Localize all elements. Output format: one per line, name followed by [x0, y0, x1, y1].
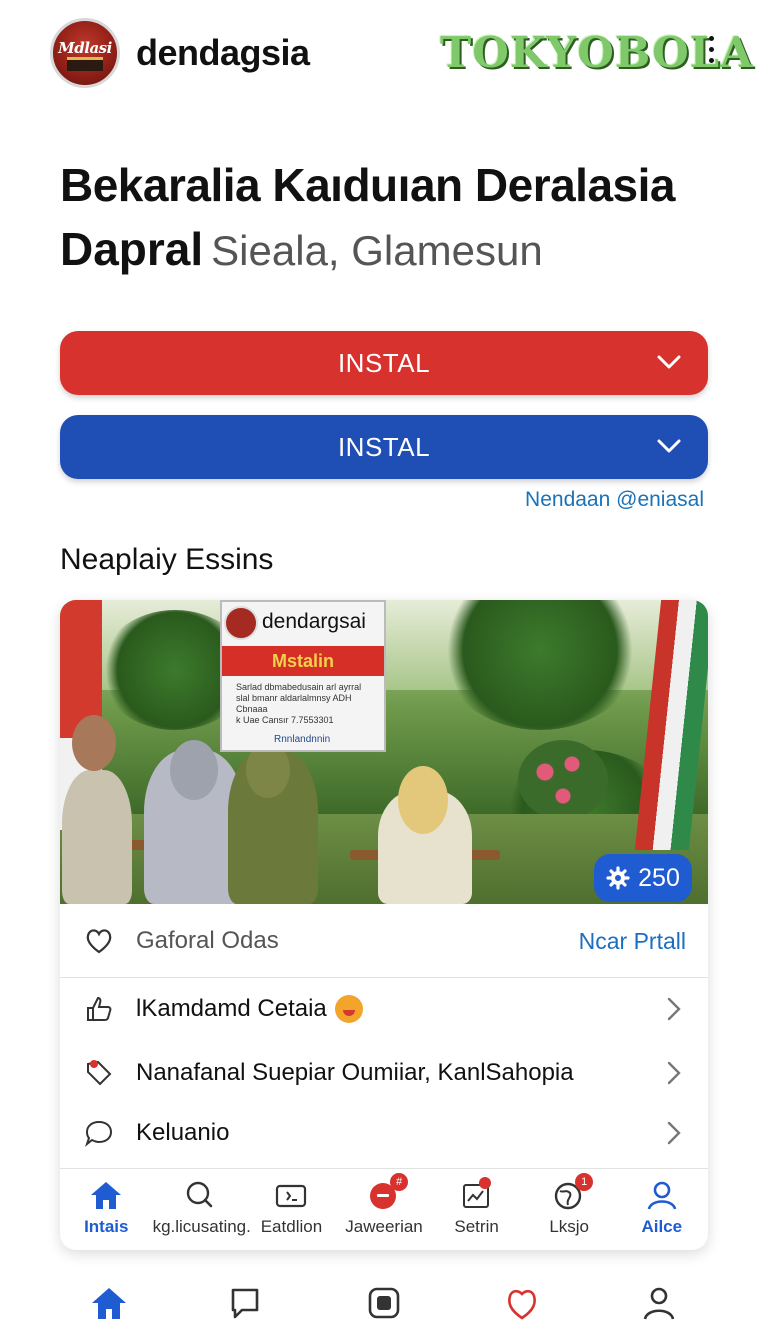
tab-search[interactable]: kg.licusating. [153, 1169, 251, 1250]
wallet-icon [276, 1184, 307, 1208]
install-button-label: INSTAL [337, 431, 431, 462]
view-all-link[interactable]: Ncar Prtall [579, 928, 686, 955]
bottom-navigation [0, 1262, 768, 1344]
install-button-secondary[interactable]: INSTAL [60, 415, 708, 479]
globe-badge: 1 [575, 1173, 594, 1191]
sign-text: Sarlad dbmabedusain arl ayrral slal bman… [236, 682, 362, 725]
chevron-right-icon [667, 1121, 681, 1145]
tab-home[interactable]: Intais [60, 1169, 153, 1250]
alert-dot [478, 1177, 491, 1189]
emoji-icon [334, 995, 363, 1024]
list-item-label: Nanafanal Suepiar Oumiiar, KanlSahopia [136, 1059, 574, 1086]
chevron-right-icon [667, 997, 681, 1021]
profile-icon [647, 1181, 677, 1210]
home-icon[interactable] [89, 1283, 129, 1323]
chat-icon[interactable] [226, 1283, 266, 1323]
sign-title: dendargsai [262, 610, 366, 633]
list-item[interactable]: lKamdamd Cetaia [60, 978, 708, 1040]
sign-footer: Rnnlandnnin [274, 734, 331, 745]
home-icon [91, 1182, 122, 1209]
section-title: Neaplaiy Essins [60, 543, 274, 576]
list-item-label: lKamdamd Cetaia [136, 995, 363, 1024]
chat-bubble-icon [84, 1120, 113, 1147]
tab-wallet[interactable]: Eatdlion [245, 1169, 338, 1250]
community-photo[interactable]: dendargsai Mstalin Sarlad dbmabedusain a… [60, 600, 708, 904]
tab-notifications[interactable]: # Jaweerian [338, 1169, 431, 1250]
sign-band: Mstalin [222, 646, 384, 676]
banner-sign: dendargsai Mstalin Sarlad dbmabedusain a… [220, 600, 386, 752]
logo-text: Mdlasi [58, 39, 112, 57]
tab-profile[interactable]: Ailce [615, 1169, 708, 1250]
install-button-primary[interactable]: INSTAL [60, 331, 708, 395]
gear-icon [606, 866, 630, 890]
feature-card: dendargsai Mstalin Sarlad dbmabedusain a… [60, 600, 708, 1250]
chevron-right-icon [667, 1061, 681, 1085]
favorite-label: Gaforal Odas [136, 927, 279, 954]
card-tab-bar: Intais kg.licusating. Eatdlion # Jaweeri… [60, 1168, 708, 1250]
title-location: Sieala, Glamesun [211, 227, 543, 274]
tag-icon [87, 1060, 112, 1086]
chevron-down-icon [657, 355, 681, 369]
page-subtitle: Dapral Sieala, Glamesun [60, 222, 543, 276]
page-title: Bekaralia Kaıduıan Deralasia [60, 159, 676, 211]
tab-globe[interactable]: 1 Lksjo [523, 1169, 616, 1250]
chevron-down-icon [657, 439, 681, 453]
profile-icon[interactable] [639, 1283, 679, 1323]
app-name: dendagsia [136, 32, 310, 73]
search-icon [186, 1181, 213, 1208]
app-header: Mdlasi dendagsia TOKYOBOLA [0, 0, 768, 110]
list-item[interactable]: Keluanio [60, 1102, 708, 1164]
participant-count-badge[interactable]: 250 [594, 854, 692, 902]
tab-settings[interactable]: Setrin [430, 1169, 523, 1250]
sign-logo [224, 606, 258, 640]
install-button-label: INSTAL [337, 347, 431, 378]
favorite-row[interactable]: Gaforal Odas Ncar Prtall [60, 910, 708, 972]
count-value: 250 [638, 863, 680, 892]
list-item[interactable]: Nanafanal Suepiar Oumiiar, KanlSahopia [60, 1042, 708, 1104]
notification-badge: # [390, 1173, 409, 1191]
app-logo[interactable]: Mdlasi [50, 18, 120, 88]
account-link[interactable]: Nendaan @eniasal [525, 488, 704, 512]
record-icon[interactable] [364, 1283, 404, 1323]
heart-icon [86, 929, 112, 954]
list-item-label: Keluanio [136, 1119, 230, 1146]
shield-heart-icon[interactable] [502, 1283, 542, 1323]
thumbs-up-icon [87, 996, 112, 1021]
more-options-icon[interactable] [706, 36, 716, 70]
title-bold-word: Dapral [60, 223, 204, 275]
